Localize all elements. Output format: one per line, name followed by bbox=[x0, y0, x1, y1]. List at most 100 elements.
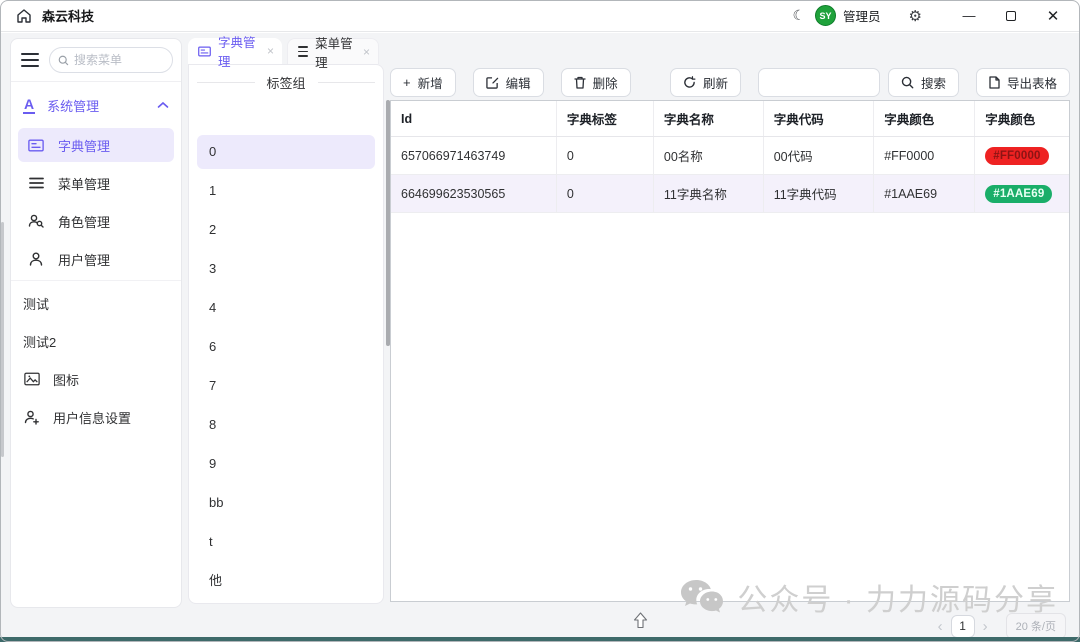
sidebar-group-system[interactable]: A 系统管理 bbox=[11, 86, 181, 124]
tag-panel-scrollbar[interactable] bbox=[386, 100, 390, 346]
user-name[interactable]: 管理员 bbox=[843, 6, 881, 25]
edit-button-label: 编辑 bbox=[506, 73, 531, 92]
page-size-select[interactable]: 20 条/页 bbox=[1006, 613, 1066, 639]
tag-group-item[interactable]: t bbox=[197, 525, 375, 559]
sidebar-item-label: 菜单管理 bbox=[58, 174, 110, 193]
search-icon bbox=[901, 76, 914, 89]
tag-group-item[interactable]: bb bbox=[197, 486, 375, 520]
sidebar-item-label: 测试 bbox=[23, 294, 49, 313]
refresh-button[interactable]: 刷新 bbox=[670, 68, 741, 97]
menu-lines-icon bbox=[27, 177, 45, 189]
tag-group-item[interactable]: 8 bbox=[197, 408, 375, 442]
tab-menu[interactable]: 菜单管理 × bbox=[287, 38, 379, 64]
menu-lines-icon bbox=[298, 46, 308, 57]
tag-group-item[interactable]: 1 bbox=[197, 174, 375, 208]
tag-group-item[interactable]: 7 bbox=[197, 369, 375, 403]
cell-id: 664699623530565 bbox=[391, 175, 556, 213]
home-icon[interactable] bbox=[16, 8, 32, 24]
tab-label: 字典管理 bbox=[218, 32, 258, 70]
table-row[interactable]: 664699623530565011字典名称11字典代码#1AAE69#1AAE… bbox=[391, 175, 1069, 213]
delete-button[interactable]: 删除 bbox=[561, 68, 631, 97]
search-button-label: 搜索 bbox=[921, 73, 946, 92]
tag-group-item[interactable]: 2 bbox=[197, 213, 375, 247]
table-search-input[interactable] bbox=[759, 69, 879, 96]
trash-icon bbox=[574, 76, 586, 89]
column-header: 字典颜色 bbox=[975, 101, 1069, 137]
column-header: 字典代码 bbox=[763, 101, 874, 137]
cell-tag: 0 bbox=[556, 175, 653, 213]
collapse-menu-icon[interactable] bbox=[21, 53, 39, 67]
sidebar-item-label: 角色管理 bbox=[58, 212, 110, 231]
tag-group-item[interactable]: 4 bbox=[197, 291, 375, 325]
user-icon bbox=[27, 252, 45, 266]
tag-group-item[interactable]: 6 bbox=[197, 330, 375, 364]
next-page-button[interactable]: › bbox=[975, 618, 996, 635]
sidebar-item-dict[interactable]: 字典管理 bbox=[18, 128, 174, 162]
table-search-box[interactable] bbox=[758, 68, 880, 97]
sidebar: A 系统管理 字典管理 菜单管理 角色管理 bbox=[10, 38, 182, 608]
avatar[interactable]: SY bbox=[815, 5, 836, 26]
sidebar-item-icons[interactable]: 图标 bbox=[11, 360, 181, 398]
cell-name: 11字典名称 bbox=[653, 175, 763, 213]
tag-group-item[interactable]: 9 bbox=[197, 447, 375, 481]
sidebar-item-test[interactable]: 测试 bbox=[11, 284, 181, 322]
cell-color-badge: #1AAE69 bbox=[975, 175, 1069, 213]
edit-button[interactable]: 编辑 bbox=[473, 68, 544, 97]
edit-icon bbox=[486, 76, 499, 89]
chevron-up-icon[interactable] bbox=[157, 101, 169, 109]
plus-icon: + bbox=[403, 75, 411, 90]
tag-group-title: 标签组 bbox=[255, 73, 318, 92]
sidebar-item-label: 测试2 bbox=[23, 332, 56, 351]
minimize-button[interactable]: — bbox=[948, 0, 990, 32]
color-badge: #FF0000 bbox=[985, 147, 1048, 165]
document-icon bbox=[989, 76, 1000, 89]
maximize-button[interactable] bbox=[990, 0, 1032, 32]
sidebar-item-label: 字典管理 bbox=[58, 136, 110, 155]
dict-table: Id字典标签字典名称字典代码字典颜色字典颜色 65706697146374900… bbox=[390, 100, 1070, 602]
dictionary-icon bbox=[198, 46, 211, 57]
refresh-icon bbox=[683, 76, 696, 89]
user-plus-icon bbox=[23, 410, 41, 425]
sidebar-item-users[interactable]: 用户管理 bbox=[18, 242, 174, 276]
tab-close-icon[interactable]: × bbox=[363, 45, 370, 59]
sidebar-item-label: 用户管理 bbox=[58, 250, 110, 269]
color-badge: #1AAE69 bbox=[985, 185, 1052, 203]
sidebar-item-roles[interactable]: 角色管理 bbox=[18, 204, 174, 238]
tab-label: 菜单管理 bbox=[315, 33, 354, 71]
prev-page-button[interactable]: ‹ bbox=[930, 618, 951, 635]
divider bbox=[11, 280, 181, 281]
main-toolbar: + 新增 编辑 删除 刷新 bbox=[390, 67, 1070, 97]
sidebar-item-test2[interactable]: 测试2 bbox=[11, 322, 181, 360]
app-title: 森云科技 bbox=[42, 6, 94, 25]
sidebar-search[interactable] bbox=[49, 47, 173, 73]
dark-mode-icon[interactable]: ☾ bbox=[792, 7, 805, 24]
column-header: 字典名称 bbox=[653, 101, 763, 137]
tab-dict[interactable]: 字典管理 × bbox=[188, 38, 282, 64]
image-icon bbox=[23, 372, 41, 386]
cell-id: 657066971463749 bbox=[391, 137, 556, 175]
column-header: Id bbox=[391, 101, 556, 137]
settings-gear-icon[interactable]: ⚙ bbox=[909, 7, 922, 25]
divider bbox=[11, 81, 181, 82]
tag-group-item[interactable]: 3 bbox=[197, 252, 375, 286]
table-row[interactable]: 657066971463749000名称00代码#FF0000#FF0000 bbox=[391, 137, 1069, 175]
column-header: 字典颜色 bbox=[874, 101, 975, 137]
sidebar-item-menu[interactable]: 菜单管理 bbox=[18, 166, 174, 200]
close-button[interactable]: ✕ bbox=[1032, 0, 1074, 32]
column-header: 字典标签 bbox=[556, 101, 653, 137]
sidebar-item-user-info[interactable]: 用户信息设置 bbox=[11, 398, 181, 436]
dictionary-icon bbox=[27, 139, 45, 152]
add-button[interactable]: + 新增 bbox=[390, 68, 456, 97]
sidebar-search-input[interactable] bbox=[74, 53, 164, 67]
mouse-cursor bbox=[633, 612, 648, 634]
export-button-label: 导出表格 bbox=[1007, 73, 1057, 92]
search-button[interactable]: 搜索 bbox=[888, 68, 959, 97]
tab-close-icon[interactable]: × bbox=[267, 44, 274, 58]
page-number[interactable]: 1 bbox=[951, 615, 975, 638]
window-scrollbar[interactable] bbox=[1, 222, 4, 457]
export-button[interactable]: 导出表格 bbox=[976, 68, 1070, 97]
tag-group-item[interactable]: 0 bbox=[197, 135, 375, 169]
sidebar-group-label: 系统管理 bbox=[47, 96, 99, 115]
tag-group-item[interactable]: 他 bbox=[197, 564, 375, 598]
cell-name: 00名称 bbox=[653, 137, 763, 175]
